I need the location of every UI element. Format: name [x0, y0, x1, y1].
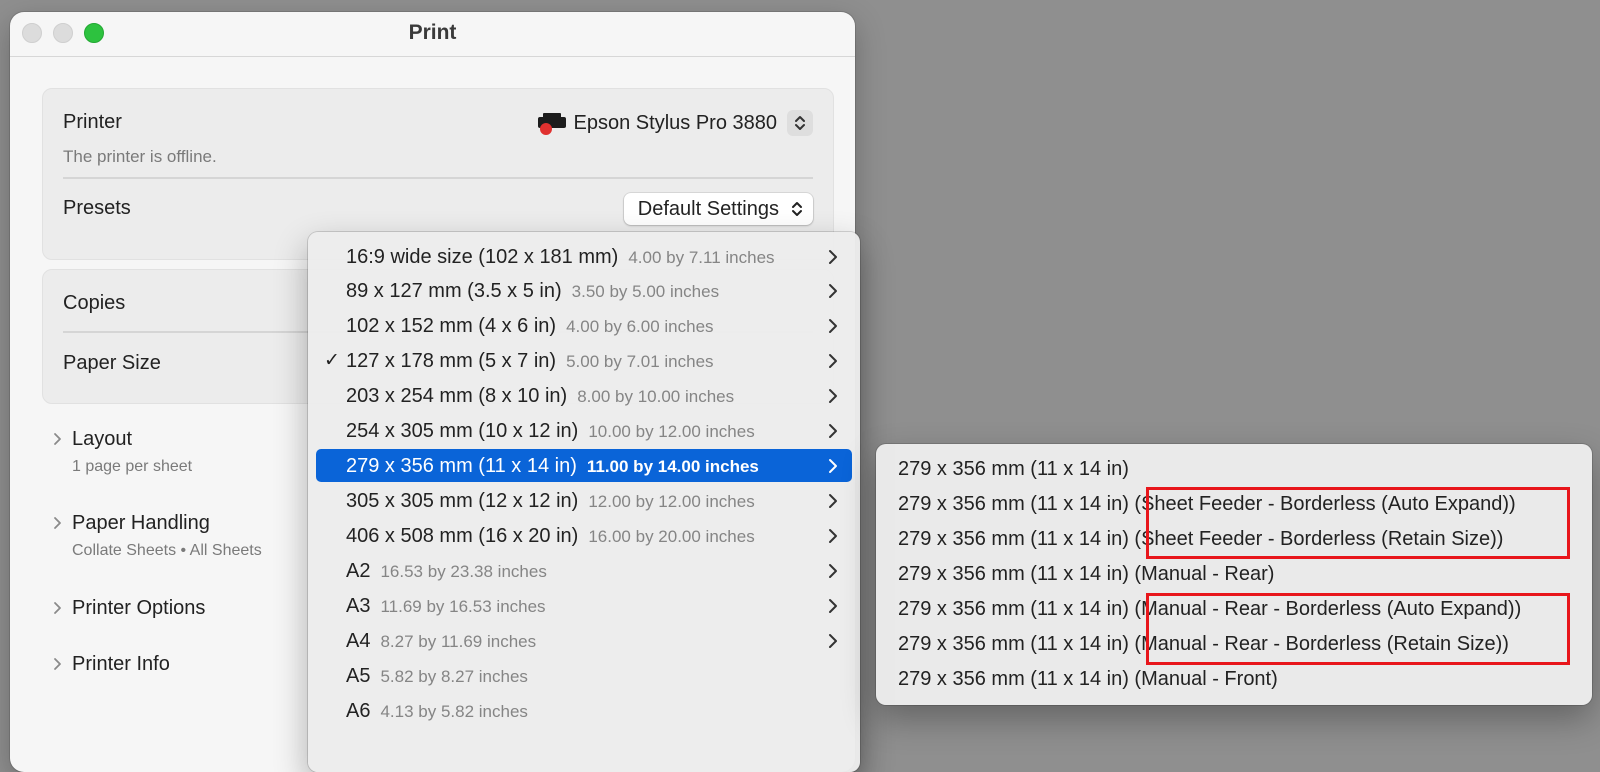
- offline-status-dot: [539, 123, 552, 135]
- submenu-item[interactable]: 279 x 356 mm (11 x 14 in) (Manual - Rear…: [898, 563, 1274, 586]
- paper-size-label: A6: [346, 700, 371, 722]
- paper-menu-item[interactable]: A2 16.53 by 23.38 inches: [316, 554, 852, 587]
- paper-size-detail: 16.53 by 23.38 inches: [380, 562, 547, 581]
- chevron-right-icon: [829, 424, 837, 438]
- paper-size-submenu: 279 x 356 mm (11 x 14 in) 279 x 356 mm (…: [876, 444, 1592, 705]
- paper-size-label: Paper Size: [63, 352, 161, 374]
- section-title: Printer Options: [72, 597, 206, 619]
- divider: [63, 177, 813, 179]
- paper-size-label: A3: [346, 595, 371, 617]
- presets-value: Default Settings: [637, 197, 779, 220]
- paper-size-label: 279 x 356 mm (11 x 14 in): [346, 455, 577, 477]
- paper-size-label: 16:9 wide size (102 x 181 mm): [346, 246, 619, 268]
- chevron-right-icon: [829, 250, 837, 264]
- section-title: Paper Handling: [72, 512, 210, 534]
- section-title: Layout: [72, 428, 133, 450]
- paper-size-detail: 8.00 by 10.00 inches: [577, 387, 735, 406]
- section-subtitle: 1 page per sheet: [72, 458, 193, 475]
- chevron-right-icon: [829, 354, 837, 368]
- paper-size-label: A4: [346, 630, 371, 652]
- title-bar: Print: [10, 12, 855, 57]
- paper-size-label: A5: [346, 665, 371, 687]
- presets-popup[interactable]: Default Settings: [623, 193, 813, 225]
- paper-size-menu: 16:9 wide size (102 x 181 mm) 4.00 by 7.1…: [308, 232, 860, 772]
- chevron-right-icon: [829, 284, 837, 298]
- paper-size-detail: 4.00 by 7.11 inches: [628, 248, 775, 267]
- paper-size-detail: 5.82 by 8.27 inches: [380, 667, 528, 686]
- printer-select-stepper[interactable]: [787, 110, 813, 136]
- paper-size-label: A2: [346, 560, 371, 582]
- copies-label: Copies: [63, 292, 126, 314]
- chevron-right-icon: [54, 433, 61, 445]
- annotation-box-sheet-feeder: [1146, 487, 1570, 559]
- paper-menu-item[interactable]: ✓ 127 x 178 mm (5 x 7 in) 5.00 by 7.01 in…: [316, 344, 852, 377]
- paper-menu-item[interactable]: 89 x 127 mm (3.5 x 5 in) 3.50 by 5.00 inc…: [316, 274, 852, 307]
- paper-size-label: 406 x 508 mm (16 x 20 in): [346, 525, 579, 547]
- printer-select[interactable]: Epson Stylus Pro 3880: [537, 109, 813, 137]
- chevron-right-icon: [54, 658, 61, 670]
- paper-size-label: 102 x 152 mm (4 x 6 in): [346, 315, 557, 337]
- paper-size-label: 127 x 178 mm (5 x 7 in): [346, 350, 557, 372]
- submenu-item[interactable]: 279 x 356 mm (11 x 14 in) (Manual - Fron…: [898, 668, 1278, 691]
- paper-menu-item-highlighted[interactable]: 279 x 356 mm (11 x 14 in) 11.00 by 14.00 …: [316, 449, 852, 482]
- printer-label: Printer: [63, 111, 122, 133]
- paper-size-detail: 11.00 by 14.00 inches: [586, 457, 759, 476]
- paper-size-detail: 4.13 by 5.82 inches: [380, 702, 528, 721]
- chevron-right-icon: [54, 517, 61, 529]
- presets-label: Presets: [63, 197, 131, 219]
- paper-menu-item[interactable]: A3 11.69 by 16.53 inches: [316, 589, 852, 622]
- paper-menu-item[interactable]: A5 5.82 by 8.27 inches: [316, 659, 852, 692]
- paper-size-label: 305 x 305 mm (12 x 12 in): [346, 490, 579, 512]
- window-title: Print: [408, 21, 457, 44]
- paper-size-label: 203 x 254 mm (8 x 10 in): [346, 385, 568, 407]
- submenu-item[interactable]: 279 x 356 mm (11 x 14 in): [898, 458, 1129, 481]
- paper-size-detail: 10.00 by 12.00 inches: [588, 422, 755, 441]
- paper-menu-item[interactable]: 102 x 152 mm (4 x 6 in) 4.00 by 6.00 inch…: [316, 309, 852, 342]
- paper-size-detail: 5.00 by 7.01 inches: [566, 352, 714, 371]
- paper-size-detail: 3.50 by 5.00 inches: [571, 282, 720, 301]
- printer-name: Epson Stylus Pro 3880: [573, 111, 777, 134]
- chevron-right-icon: [829, 634, 837, 648]
- chevron-right-icon: [829, 599, 837, 613]
- printer-status: The printer is offline.: [63, 147, 217, 166]
- paper-size-detail: 12.00 by 12.00 inches: [588, 492, 755, 511]
- paper-menu-item[interactable]: 406 x 508 mm (16 x 20 in) 16.00 by 20.00 …: [316, 519, 852, 552]
- chevron-right-icon: [829, 459, 837, 473]
- paper-size-detail: 8.27 by 11.69 inches: [380, 632, 537, 651]
- annotation-box-manual-rear: [1146, 593, 1570, 665]
- paper-menu-item[interactable]: A4 8.27 by 11.69 inches: [316, 624, 852, 657]
- paper-size-label: 254 x 305 mm (10 x 12 in): [346, 420, 579, 442]
- chevron-right-icon: [829, 494, 837, 508]
- paper-size-detail: 11.69 by 16.53 inches: [380, 597, 546, 616]
- section-subtitle: Collate Sheets • All Sheets: [72, 542, 262, 559]
- paper-menu-item[interactable]: A6 4.13 by 5.82 inches: [316, 694, 852, 727]
- chevron-right-icon: [829, 564, 837, 578]
- paper-menu-item[interactable]: 203 x 254 mm (8 x 10 in) 8.00 by 10.00 in…: [316, 379, 852, 412]
- checkmark: ✓: [324, 350, 340, 371]
- chevron-right-icon: [829, 319, 837, 333]
- paper-menu-item[interactable]: 254 x 305 mm (10 x 12 in) 10.00 by 12.00 …: [316, 414, 852, 447]
- up-down-chevron-icon: [795, 116, 805, 130]
- chevron-right-icon: [829, 529, 837, 543]
- chevron-right-icon: [829, 389, 837, 403]
- printer-icon: [537, 113, 566, 135]
- section-title: Printer Info: [72, 653, 170, 675]
- paper-menu-item[interactable]: 16:9 wide size (102 x 181 mm) 4.00 by 7.1…: [316, 240, 852, 273]
- paper-size-detail: 16.00 by 20.00 inches: [588, 527, 755, 546]
- paper-size-detail: 4.00 by 6.00 inches: [566, 317, 714, 336]
- up-down-chevron-icon: [792, 202, 802, 216]
- paper-menu-item[interactable]: 305 x 305 mm (12 x 12 in) 12.00 by 12.00 …: [316, 484, 852, 517]
- chevron-right-icon: [54, 602, 61, 614]
- paper-size-label: 89 x 127 mm (3.5 x 5 in): [346, 280, 562, 302]
